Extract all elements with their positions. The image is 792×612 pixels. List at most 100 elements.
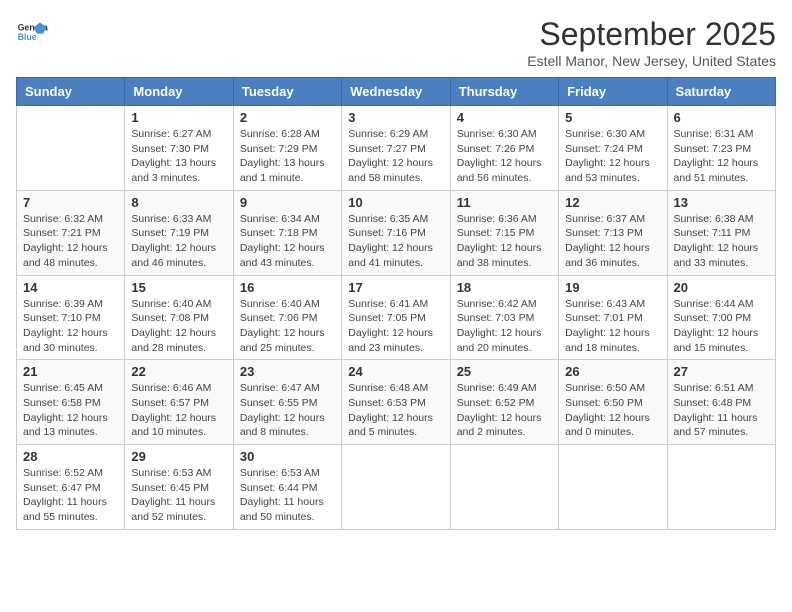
day-info: Sunrise: 6:39 AM Sunset: 7:10 PM Dayligh…: [23, 297, 118, 356]
day-info: Sunrise: 6:35 AM Sunset: 7:16 PM Dayligh…: [348, 212, 443, 271]
calendar-cell: [450, 445, 558, 530]
day-number: 1: [131, 110, 226, 125]
calendar-cell: 6 Sunrise: 6:31 AM Sunset: 7:23 PM Daylig…: [667, 106, 775, 191]
day-number: 17: [348, 280, 443, 295]
calendar-cell: 24 Sunrise: 6:48 AM Sunset: 6:53 PM Dayli…: [342, 360, 450, 445]
calendar-cell: 29 Sunrise: 6:53 AM Sunset: 6:45 PM Dayli…: [125, 445, 233, 530]
calendar-cell: 16 Sunrise: 6:40 AM Sunset: 7:06 PM Dayli…: [233, 275, 341, 360]
calendar-cell: 15 Sunrise: 6:40 AM Sunset: 7:08 PM Dayli…: [125, 275, 233, 360]
day-number: 15: [131, 280, 226, 295]
calendar-cell: 22Sunrise: 6:46 AM Sunset: 6:57 PM Dayli…: [125, 360, 233, 445]
logo: General Blue: [16, 16, 48, 48]
calendar-cell: [17, 106, 125, 191]
day-number: 10: [348, 195, 443, 210]
calendar-cell: 3 Sunrise: 6:29 AM Sunset: 7:27 PM Daylig…: [342, 106, 450, 191]
calendar-cell: 2 Sunrise: 6:28 AM Sunset: 7:29 PM Daylig…: [233, 106, 341, 191]
week-row-5: 28 Sunrise: 6:52 AM Sunset: 6:47 PM Dayli…: [17, 445, 776, 530]
day-number: 21: [23, 364, 118, 379]
calendar-cell: 14 Sunrise: 6:39 AM Sunset: 7:10 PM Dayli…: [17, 275, 125, 360]
day-info: Sunrise: 6:41 AM Sunset: 7:05 PM Dayligh…: [348, 297, 443, 356]
day-number: 8: [131, 195, 226, 210]
column-header-saturday: Saturday: [667, 78, 775, 106]
day-number: 5: [565, 110, 660, 125]
day-number: 26: [565, 364, 660, 379]
day-info: Sunrise: 6:49 AM Sunset: 6:52 PM Dayligh…: [457, 381, 552, 440]
calendar-cell: 5 Sunrise: 6:30 AM Sunset: 7:24 PM Daylig…: [559, 106, 667, 191]
day-number: 2: [240, 110, 335, 125]
day-number: 30: [240, 449, 335, 464]
day-number: 24: [348, 364, 443, 379]
calendar-cell: 12Sunrise: 6:37 AM Sunset: 7:13 PM Dayli…: [559, 190, 667, 275]
day-number: 28: [23, 449, 118, 464]
column-header-sunday: Sunday: [17, 78, 125, 106]
location-subtitle: Estell Manor, New Jersey, United States: [527, 53, 776, 69]
day-number: 25: [457, 364, 552, 379]
day-info: Sunrise: 6:31 AM Sunset: 7:23 PM Dayligh…: [674, 127, 769, 186]
calendar-cell: 21Sunrise: 6:45 AM Sunset: 6:58 PM Dayli…: [17, 360, 125, 445]
calendar-cell: 11Sunrise: 6:36 AM Sunset: 7:15 PM Dayli…: [450, 190, 558, 275]
calendar-cell: 30 Sunrise: 6:53 AM Sunset: 6:44 PM Dayli…: [233, 445, 341, 530]
calendar-header: SundayMondayTuesdayWednesdayThursdayFrid…: [17, 78, 776, 106]
calendar-cell: 23 Sunrise: 6:47 AM Sunset: 6:55 PM Dayli…: [233, 360, 341, 445]
column-header-wednesday: Wednesday: [342, 78, 450, 106]
day-info: Sunrise: 6:53 AM Sunset: 6:45 PM Dayligh…: [131, 466, 226, 525]
calendar-cell: 10 Sunrise: 6:35 AM Sunset: 7:16 PM Dayli…: [342, 190, 450, 275]
day-number: 3: [348, 110, 443, 125]
day-info: Sunrise: 6:32 AM Sunset: 7:21 PM Dayligh…: [23, 212, 118, 271]
day-info: Sunrise: 6:51 AM Sunset: 6:48 PM Dayligh…: [674, 381, 769, 440]
day-number: 23: [240, 364, 335, 379]
day-number: 14: [23, 280, 118, 295]
calendar-cell: [667, 445, 775, 530]
day-number: 19: [565, 280, 660, 295]
calendar-cell: 1 Sunrise: 6:27 AM Sunset: 7:30 PM Daylig…: [125, 106, 233, 191]
day-number: 6: [674, 110, 769, 125]
calendar-cell: 9 Sunrise: 6:34 AM Sunset: 7:18 PM Daylig…: [233, 190, 341, 275]
column-header-friday: Friday: [559, 78, 667, 106]
svg-text:Blue: Blue: [18, 32, 37, 42]
calendar-cell: 19 Sunrise: 6:43 AM Sunset: 7:01 PM Dayli…: [559, 275, 667, 360]
day-info: Sunrise: 6:28 AM Sunset: 7:29 PM Dayligh…: [240, 127, 335, 186]
day-number: 18: [457, 280, 552, 295]
day-number: 4: [457, 110, 552, 125]
week-row-1: 1 Sunrise: 6:27 AM Sunset: 7:30 PM Daylig…: [17, 106, 776, 191]
logo-icon: General Blue: [16, 16, 48, 48]
day-info: Sunrise: 6:37 AM Sunset: 7:13 PM Dayligh…: [565, 212, 660, 271]
day-number: 20: [674, 280, 769, 295]
calendar-cell: 7 Sunrise: 6:32 AM Sunset: 7:21 PM Daylig…: [17, 190, 125, 275]
column-header-thursday: Thursday: [450, 78, 558, 106]
day-info: Sunrise: 6:52 AM Sunset: 6:47 PM Dayligh…: [23, 466, 118, 525]
day-info: Sunrise: 6:29 AM Sunset: 7:27 PM Dayligh…: [348, 127, 443, 186]
calendar-body: 1 Sunrise: 6:27 AM Sunset: 7:30 PM Daylig…: [17, 106, 776, 530]
day-info: Sunrise: 6:33 AM Sunset: 7:19 PM Dayligh…: [131, 212, 226, 271]
day-info: Sunrise: 6:48 AM Sunset: 6:53 PM Dayligh…: [348, 381, 443, 440]
calendar-cell: 13Sunrise: 6:38 AM Sunset: 7:11 PM Dayli…: [667, 190, 775, 275]
day-info: Sunrise: 6:30 AM Sunset: 7:24 PM Dayligh…: [565, 127, 660, 186]
day-info: Sunrise: 6:42 AM Sunset: 7:03 PM Dayligh…: [457, 297, 552, 356]
day-number: 9: [240, 195, 335, 210]
day-info: Sunrise: 6:40 AM Sunset: 7:08 PM Dayligh…: [131, 297, 226, 356]
day-info: Sunrise: 6:40 AM Sunset: 7:06 PM Dayligh…: [240, 297, 335, 356]
column-header-tuesday: Tuesday: [233, 78, 341, 106]
calendar-cell: 4Sunrise: 6:30 AM Sunset: 7:26 PM Daylig…: [450, 106, 558, 191]
day-info: Sunrise: 6:43 AM Sunset: 7:01 PM Dayligh…: [565, 297, 660, 356]
header: General Blue September 2025 Estell Manor…: [16, 16, 776, 69]
calendar-cell: [559, 445, 667, 530]
calendar-cell: 17 Sunrise: 6:41 AM Sunset: 7:05 PM Dayli…: [342, 275, 450, 360]
day-number: 7: [23, 195, 118, 210]
day-info: Sunrise: 6:27 AM Sunset: 7:30 PM Dayligh…: [131, 127, 226, 186]
calendar-cell: 20Sunrise: 6:44 AM Sunset: 7:00 PM Dayli…: [667, 275, 775, 360]
day-info: Sunrise: 6:53 AM Sunset: 6:44 PM Dayligh…: [240, 466, 335, 525]
calendar-cell: 27 Sunrise: 6:51 AM Sunset: 6:48 PM Dayli…: [667, 360, 775, 445]
day-number: 29: [131, 449, 226, 464]
month-title: September 2025: [527, 16, 776, 53]
calendar-table: SundayMondayTuesdayWednesdayThursdayFrid…: [16, 77, 776, 530]
day-info: Sunrise: 6:36 AM Sunset: 7:15 PM Dayligh…: [457, 212, 552, 271]
week-row-4: 21Sunrise: 6:45 AM Sunset: 6:58 PM Dayli…: [17, 360, 776, 445]
header-row: SundayMondayTuesdayWednesdayThursdayFrid…: [17, 78, 776, 106]
day-number: 16: [240, 280, 335, 295]
day-info: Sunrise: 6:34 AM Sunset: 7:18 PM Dayligh…: [240, 212, 335, 271]
calendar-cell: 25 Sunrise: 6:49 AM Sunset: 6:52 PM Dayli…: [450, 360, 558, 445]
day-info: Sunrise: 6:47 AM Sunset: 6:55 PM Dayligh…: [240, 381, 335, 440]
day-number: 27: [674, 364, 769, 379]
day-number: 22: [131, 364, 226, 379]
